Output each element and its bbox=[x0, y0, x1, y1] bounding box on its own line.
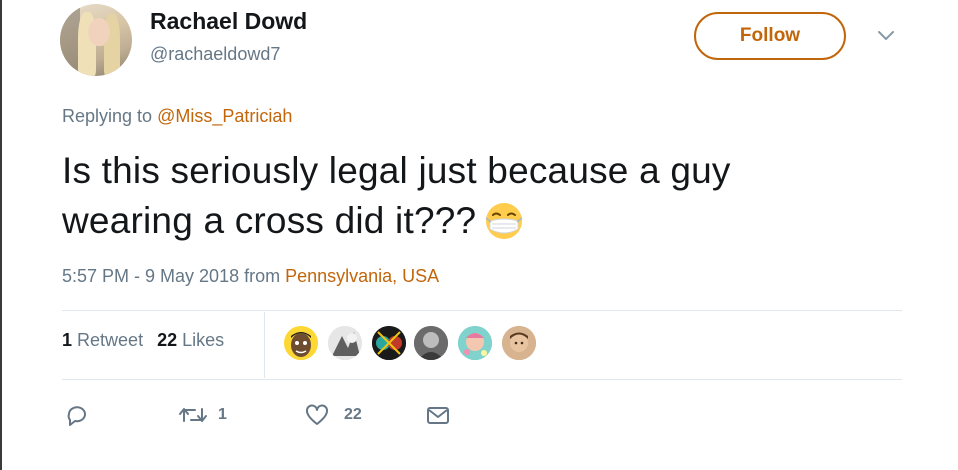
medical-mask-emoji-icon bbox=[485, 203, 523, 239]
liker-avatar-image bbox=[458, 326, 492, 360]
avatar[interactable] bbox=[60, 4, 132, 76]
stats-separator bbox=[264, 312, 265, 378]
likes-stat[interactable]: 22 Likes bbox=[157, 330, 224, 350]
display-name[interactable]: Rachael Dowd bbox=[150, 8, 307, 35]
left-edge bbox=[0, 0, 2, 470]
follow-button[interactable]: Follow bbox=[694, 12, 846, 60]
reply-action[interactable] bbox=[64, 400, 90, 430]
replying-prefix: Replying to bbox=[62, 106, 158, 126]
like-action-count: 22 bbox=[344, 406, 362, 423]
direct-message-action[interactable] bbox=[426, 400, 450, 430]
tweet-line: Is this seriously legal just because a g… bbox=[62, 150, 731, 191]
timestamp-link[interactable]: 5:57 PM - 9 May 2018 bbox=[62, 266, 239, 286]
liker-avatar[interactable] bbox=[502, 326, 536, 360]
tweet-line-2: wearing a cross did it??? bbox=[62, 196, 902, 246]
reply-mention-link[interactable]: @Miss_Patriciah bbox=[157, 106, 292, 126]
retweets-stat[interactable]: 1 Retweet bbox=[62, 330, 143, 350]
divider bbox=[62, 379, 902, 380]
heart-icon bbox=[306, 404, 328, 425]
like-action[interactable]: 22 bbox=[304, 400, 362, 430]
divider bbox=[62, 310, 902, 311]
location-link[interactable]: Pennsylvania, USA bbox=[285, 266, 439, 286]
envelope-icon bbox=[427, 407, 449, 424]
avatar-face bbox=[88, 18, 110, 46]
avatar-bg bbox=[60, 4, 80, 76]
liker-avatar[interactable] bbox=[284, 326, 318, 360]
tweet-line: wearing a cross did it??? bbox=[62, 200, 477, 241]
liker-avatar-image bbox=[372, 326, 406, 360]
liker-avatar-image bbox=[502, 326, 536, 360]
retweet-action[interactable]: 1 bbox=[178, 400, 227, 430]
liker-avatar[interactable] bbox=[372, 326, 406, 360]
retweet-icon bbox=[179, 408, 207, 422]
tweet-text: Is this seriously legal just because a g… bbox=[62, 146, 902, 246]
liker-avatar-image bbox=[414, 326, 448, 360]
from-label: from bbox=[239, 266, 286, 286]
retweet-label: Retweet bbox=[77, 330, 144, 350]
likes-label: Likes bbox=[182, 330, 225, 350]
user-handle[interactable]: @rachaeldowd7 bbox=[150, 44, 280, 65]
replying-to: Replying to @Miss_Patriciah bbox=[62, 106, 292, 127]
reply-icon bbox=[67, 406, 86, 426]
chevron-down-icon[interactable] bbox=[874, 28, 898, 44]
tweet-meta: 5:57 PM - 9 May 2018 from Pennsylvania, … bbox=[62, 266, 439, 287]
liker-avatar[interactable] bbox=[458, 326, 492, 360]
tweet-stats: 1 Retweet 22 Likes bbox=[62, 330, 224, 351]
liker-avatar[interactable] bbox=[414, 326, 448, 360]
liker-avatar[interactable] bbox=[328, 326, 362, 360]
liker-avatar-image bbox=[328, 326, 362, 360]
likes-count: 22 bbox=[157, 330, 178, 350]
liker-avatar-image bbox=[284, 326, 318, 360]
retweet-action-count: 1 bbox=[218, 406, 227, 423]
retweet-count: 1 bbox=[62, 330, 73, 350]
